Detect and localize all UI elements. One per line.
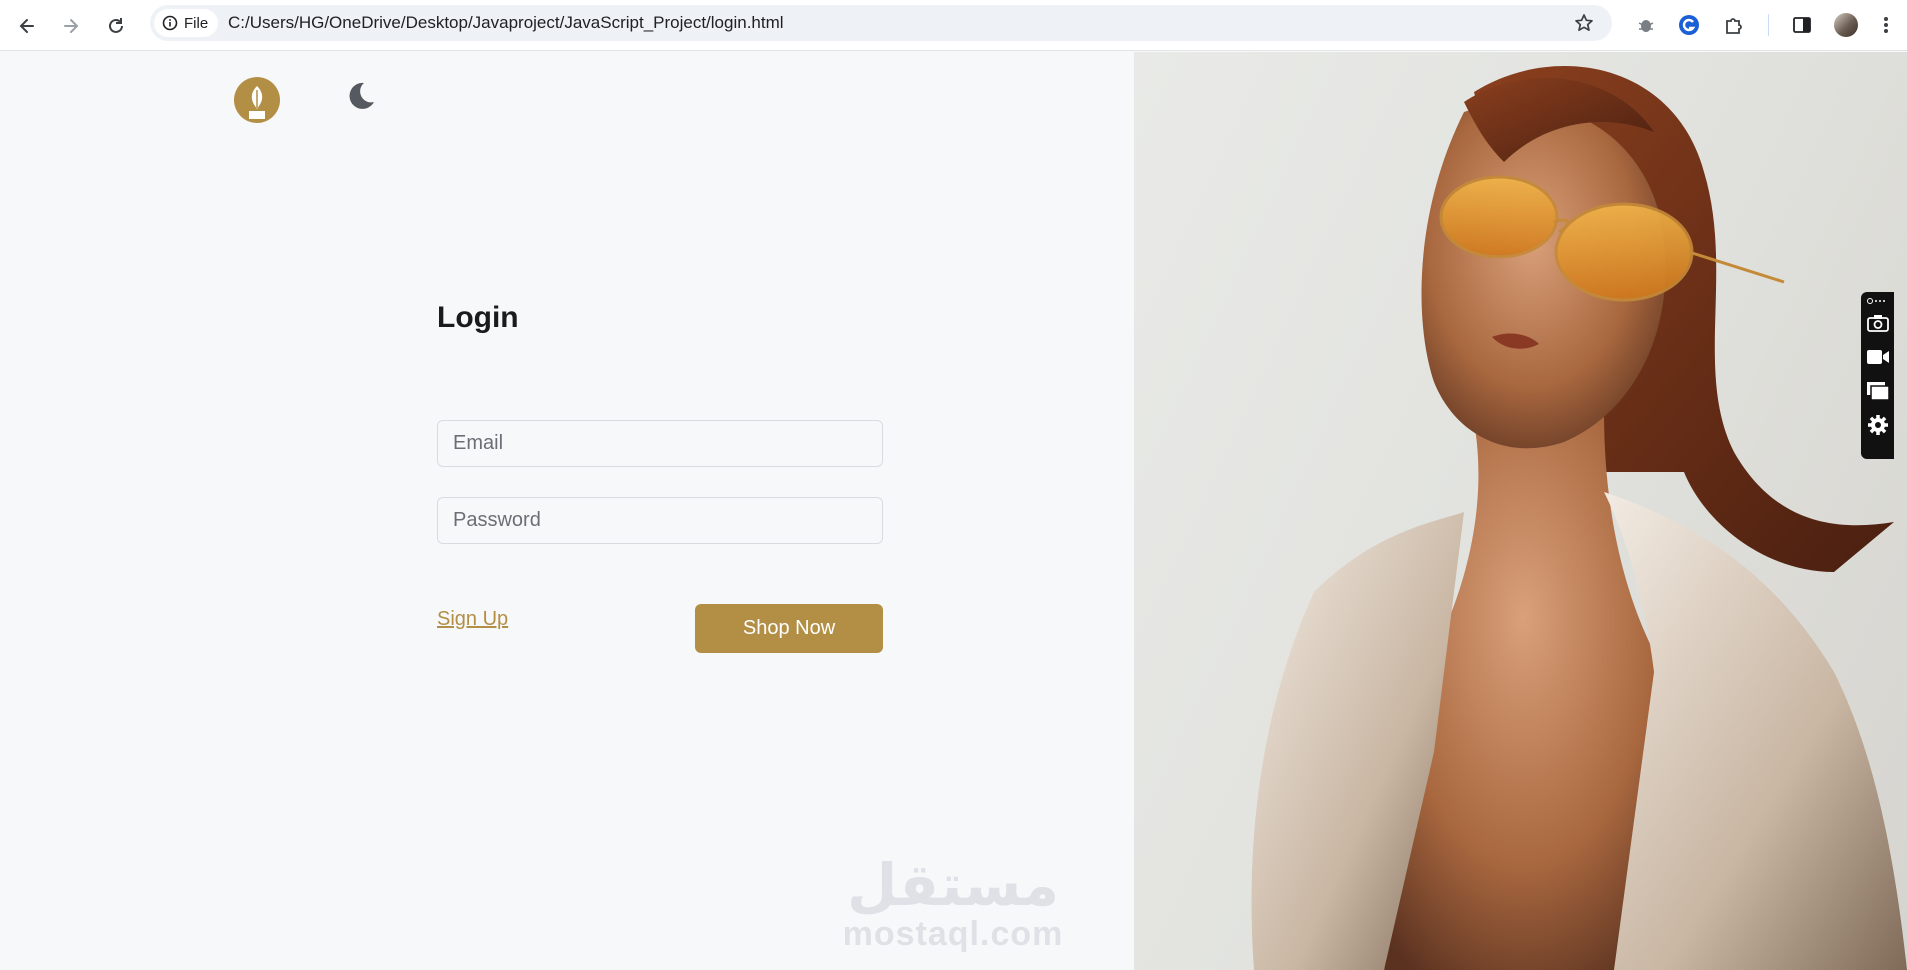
toolbar-divider — [1768, 14, 1769, 36]
bug-extension-icon[interactable] — [1630, 9, 1662, 41]
hero-photo — [1134, 52, 1907, 970]
capture-toolbar-header[interactable] — [1867, 296, 1889, 306]
camera-icon[interactable] — [1865, 310, 1891, 336]
watermark-arabic: مستقل — [846, 851, 1060, 919]
shop-now-button[interactable]: Shop Now — [695, 604, 883, 653]
watermark: مستقل mostaql.com — [838, 855, 1068, 953]
info-icon — [162, 15, 178, 31]
back-arrow-icon[interactable] — [9, 8, 45, 44]
side-panel-icon[interactable] — [1786, 9, 1818, 41]
site-info-chip[interactable]: File — [154, 9, 219, 37]
moon-icon[interactable] — [342, 78, 378, 114]
star-icon[interactable] — [1572, 11, 1596, 35]
grammarly-icon[interactable] — [1673, 9, 1705, 41]
kebab-menu-icon[interactable] — [1870, 9, 1902, 41]
browser-toolbar: File C:/Users/HG/OneDrive/Desktop/Javapr… — [0, 0, 1907, 51]
url-text[interactable]: C:/Users/HG/OneDrive/Desktop/Javaproject… — [228, 5, 784, 41]
watermark-latin: mostaql.com — [842, 915, 1064, 953]
password-field[interactable] — [437, 497, 883, 544]
forward-arrow-icon[interactable] — [53, 8, 89, 44]
window-icon[interactable] — [1865, 378, 1891, 404]
puzzle-icon[interactable] — [1718, 9, 1750, 41]
site-chip-label: File — [184, 14, 209, 32]
capture-toolbar — [1861, 292, 1894, 459]
sign-up-link[interactable]: Sign Up — [437, 608, 508, 631]
gear-icon[interactable] — [1865, 412, 1891, 438]
profile-avatar[interactable] — [1830, 9, 1862, 41]
leaf-logo[interactable] — [234, 77, 280, 123]
reload-icon[interactable] — [98, 8, 134, 44]
email-field[interactable] — [437, 420, 883, 467]
page-title: Login — [437, 301, 519, 334]
video-icon[interactable] — [1865, 344, 1891, 370]
address-bar[interactable]: File C:/Users/HG/OneDrive/Desktop/Javapr… — [150, 5, 1612, 41]
